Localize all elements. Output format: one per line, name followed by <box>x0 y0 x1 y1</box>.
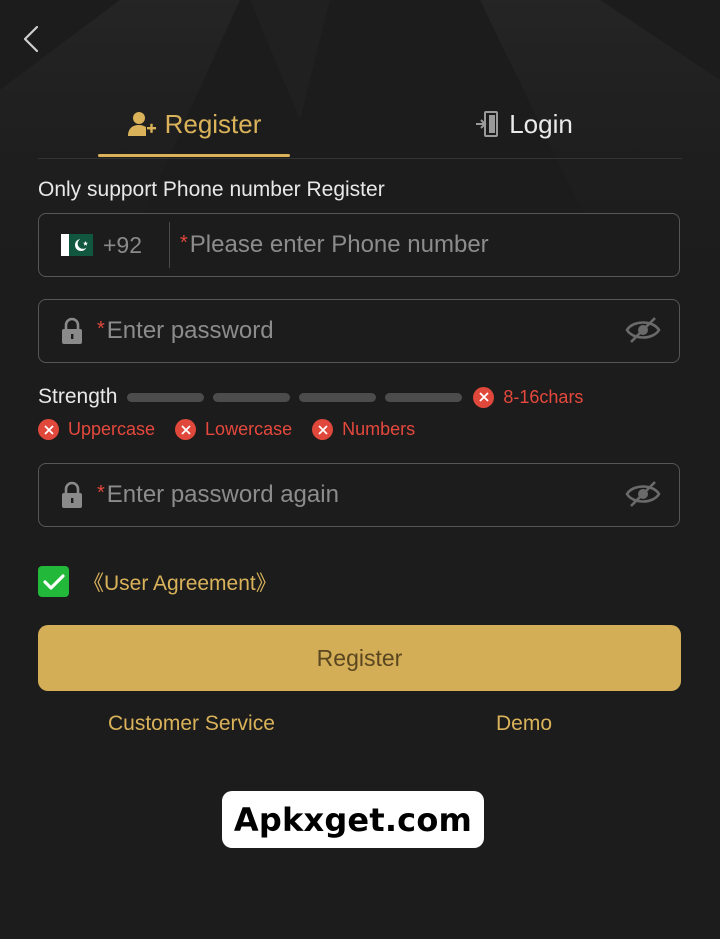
country-code[interactable]: +92 <box>103 232 161 259</box>
demo-link[interactable]: Demo <box>496 712 552 736</box>
requirement-label: 8-16chars <box>503 386 584 407</box>
eye-slash-icon[interactable] <box>625 314 661 351</box>
password-field[interactable]: * Enter password <box>38 299 680 363</box>
background-light-rays <box>0 0 720 330</box>
requirement-label: Uppercase <box>68 419 156 439</box>
error-x-icon <box>38 419 59 440</box>
requirement-label: Lowercase <box>205 419 293 439</box>
strength-bar <box>385 392 463 402</box>
watermark-logo: Apkxget.com <box>222 791 484 848</box>
error-x-icon <box>175 419 197 440</box>
error-x-icon <box>312 419 334 440</box>
tab-register-label: Register <box>164 108 262 139</box>
required-mark: * <box>97 482 105 504</box>
register-hint: Only support Phone number Register <box>38 178 385 201</box>
required-mark: * <box>97 318 105 340</box>
requirement-list: Uppercase Lowercase Numbers <box>38 419 435 440</box>
add-user-icon <box>127 112 156 136</box>
back-button[interactable] <box>14 22 48 56</box>
requirement-label: Numbers <box>342 419 416 439</box>
required-mark: * <box>180 232 188 254</box>
phone-input-placeholder: Please enter Phone number <box>189 231 489 258</box>
chevron-left-icon <box>23 25 39 53</box>
user-agreement-link[interactable]: 《User Agreement》 <box>83 567 277 597</box>
password-strength: Strength 8-16chars <box>38 384 583 410</box>
field-divider <box>169 222 170 268</box>
register-button[interactable]: Register <box>38 625 681 691</box>
strength-bar <box>213 392 291 402</box>
requirement-numbers: Numbers <box>312 419 415 440</box>
tab-login[interactable]: Login <box>458 92 590 156</box>
checkmark-icon <box>42 573 65 590</box>
strength-label: Strength <box>38 385 118 408</box>
agreement-row: 《User Agreement》 <box>38 566 277 597</box>
phone-field[interactable]: +92 * Please enter Phone number <box>38 213 680 277</box>
lock-icon <box>62 481 82 508</box>
pakistan-flag-icon[interactable] <box>61 234 93 256</box>
confirm-password-placeholder: Enter password again <box>106 481 339 508</box>
customer-service-link[interactable]: Customer Service <box>108 712 275 736</box>
eye-slash-icon[interactable] <box>625 478 661 515</box>
active-tab-indicator <box>98 154 290 157</box>
auth-tabs: Register Login <box>38 92 682 159</box>
password-input-placeholder: Enter password <box>106 317 274 344</box>
tab-login-label: Login <box>509 108 573 139</box>
confirm-password-field[interactable]: * Enter password again <box>38 463 680 527</box>
requirement-length: 8-16chars <box>473 386 584 408</box>
error-x-icon <box>473 386 495 408</box>
requirement-lowercase: Lowercase <box>175 419 292 440</box>
requirement-uppercase: Uppercase <box>38 419 155 440</box>
agreement-checkbox[interactable] <box>38 566 69 597</box>
lock-icon <box>62 317 82 344</box>
tab-register[interactable]: Register <box>98 92 290 156</box>
strength-bar <box>127 392 205 402</box>
strength-bar <box>299 392 377 402</box>
login-icon <box>476 111 499 137</box>
